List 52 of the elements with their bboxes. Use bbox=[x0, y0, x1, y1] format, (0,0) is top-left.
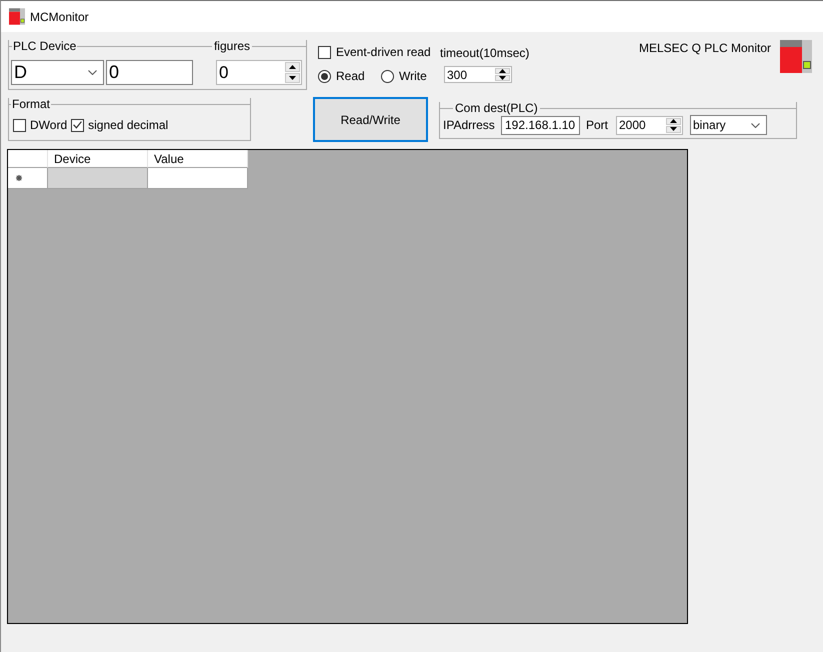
ip-field[interactable]: 192.168.1.10 bbox=[501, 116, 580, 134]
checkbox-label[interactable]: signed decimal bbox=[88, 118, 168, 132]
timeout-label: timeout(10msec) bbox=[440, 47, 530, 59]
app-icon bbox=[9, 8, 25, 25]
spin-up-button[interactable] bbox=[285, 62, 300, 72]
logo-icon bbox=[780, 40, 812, 73]
column-header[interactable]: Value bbox=[148, 150, 248, 168]
figures-spinner[interactable]: 0 bbox=[216, 60, 302, 85]
grid-cell[interactable] bbox=[148, 168, 248, 189]
spin-down-button[interactable] bbox=[666, 126, 681, 132]
timeout-spinner[interactable]: 300 bbox=[444, 66, 512, 83]
port-label: Port bbox=[586, 119, 610, 131]
spin-up-button[interactable] bbox=[666, 118, 681, 124]
checkmark-icon bbox=[73, 121, 82, 129]
checkbox-label[interactable]: DWord bbox=[30, 118, 68, 132]
radio-button[interactable] bbox=[318, 70, 331, 82]
column-header[interactable]: Device bbox=[48, 150, 148, 168]
radio-button[interactable] bbox=[381, 70, 394, 82]
window-title: MCMonitor bbox=[30, 10, 89, 24]
address-field[interactable]: 0 bbox=[106, 60, 193, 85]
radio-dot-icon bbox=[321, 72, 328, 80]
row-header[interactable] bbox=[8, 168, 48, 189]
group-label: PLC Device bbox=[12, 40, 78, 52]
spin-down-button[interactable] bbox=[285, 73, 300, 83]
grid-corner-cell bbox=[8, 150, 48, 168]
read-write-button[interactable]: Read/Write bbox=[313, 97, 428, 142]
triangle-down-icon bbox=[499, 76, 506, 80]
checkbox-label[interactable]: Event-driven read bbox=[336, 45, 431, 59]
checkbox[interactable] bbox=[71, 118, 84, 132]
radio-label[interactable]: Read bbox=[336, 69, 365, 83]
spin-up-button[interactable] bbox=[495, 68, 510, 74]
checkbox[interactable] bbox=[318, 46, 331, 58]
spin-down-button[interactable] bbox=[495, 75, 510, 81]
device-dropdown[interactable]: D bbox=[11, 60, 104, 85]
triangle-up-icon bbox=[499, 69, 506, 73]
triangle-down-icon bbox=[670, 127, 677, 131]
app-title: MELSEC Q PLC Monitor bbox=[638, 42, 771, 54]
triangle-down-icon bbox=[289, 76, 296, 80]
triangle-up-icon bbox=[289, 65, 296, 69]
port-spinner[interactable]: 2000 bbox=[616, 116, 683, 134]
asterisk-icon bbox=[16, 175, 22, 181]
group-label: Format bbox=[11, 98, 52, 110]
chevron-down-icon bbox=[751, 122, 760, 128]
protocol-dropdown[interactable]: binary bbox=[690, 115, 767, 135]
grid-cell[interactable] bbox=[48, 168, 148, 189]
group-label: figures bbox=[212, 40, 251, 52]
radio-label[interactable]: Write bbox=[399, 69, 427, 83]
ip-label: IPAdrress bbox=[443, 119, 496, 131]
group-label: Com dest(PLC) bbox=[454, 102, 539, 114]
checkbox[interactable] bbox=[13, 118, 26, 132]
chevron-down-icon bbox=[88, 70, 97, 75]
triangle-up-icon bbox=[670, 119, 677, 123]
